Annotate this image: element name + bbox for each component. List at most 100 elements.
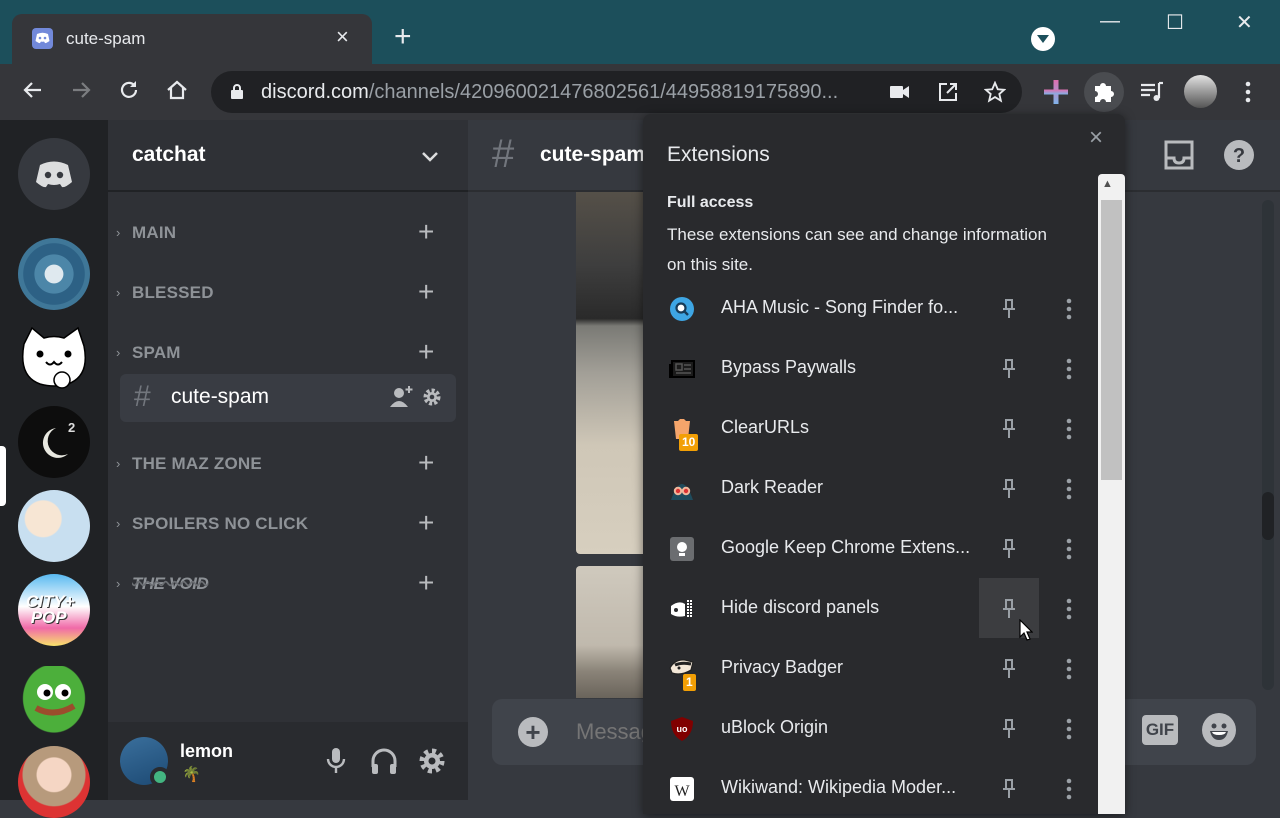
create-channel-button[interactable]: + bbox=[418, 337, 434, 367]
category-name: THE MAZ ZONE bbox=[132, 454, 262, 473]
more-options-icon[interactable] bbox=[1057, 476, 1081, 502]
media-control-button[interactable] bbox=[1132, 72, 1172, 112]
smiley-face-icon bbox=[1210, 723, 1228, 740]
extension-name: Google Keep Chrome Extens... bbox=[721, 537, 971, 557]
url-text[interactable]: discord.com/channels/420960021476802561/… bbox=[261, 81, 838, 104]
category-main[interactable]: › MAIN + bbox=[108, 217, 468, 249]
ublock-origin-icon: uo bbox=[671, 717, 693, 741]
extensions-popup-close-button[interactable]: × bbox=[1089, 124, 1103, 152]
extensions-button[interactable] bbox=[1084, 72, 1124, 112]
forward-button[interactable] bbox=[67, 78, 95, 106]
pin-extension-button[interactable] bbox=[979, 338, 1039, 398]
address-bar[interactable]: discord.com/channels/420960021476802561/… bbox=[211, 71, 1022, 113]
camera-blocked-icon[interactable] bbox=[890, 83, 910, 101]
extension-item-dark-reader[interactable]: Dark Reader bbox=[643, 458, 1099, 518]
discord-favicon-icon bbox=[32, 28, 53, 49]
emoji-button[interactable] bbox=[1202, 713, 1236, 747]
pin-extension-button[interactable] bbox=[979, 278, 1039, 338]
pin-extension-button[interactable] bbox=[979, 398, 1039, 458]
full-access-description: These extensions can see and change info… bbox=[667, 225, 1047, 274]
server-header[interactable]: catchat bbox=[108, 120, 468, 192]
more-options-icon[interactable] bbox=[1057, 776, 1081, 802]
server-list: 2 CITY+ POP bbox=[0, 120, 108, 818]
maximize-button[interactable]: ☐ bbox=[1166, 10, 1184, 35]
pin-extension-button[interactable] bbox=[979, 758, 1039, 818]
profile-avatar[interactable] bbox=[1184, 75, 1217, 108]
create-channel-button[interactable]: + bbox=[418, 277, 434, 307]
upload-plus-button[interactable]: + bbox=[518, 717, 548, 747]
help-icon[interactable]: ? bbox=[1224, 140, 1254, 170]
reload-icon bbox=[120, 81, 138, 98]
scroll-up-arrow-icon[interactable]: ▲ bbox=[1102, 178, 1113, 190]
invite-user-icon[interactable] bbox=[390, 386, 414, 408]
chrome-menu-button[interactable] bbox=[1228, 72, 1268, 112]
category-blessed[interactable]: › BLESSED + bbox=[108, 277, 468, 309]
browser-tab[interactable]: cute-spam × bbox=[12, 14, 372, 64]
channel-settings-icon[interactable] bbox=[422, 387, 442, 407]
extension-badge: 10 bbox=[679, 434, 699, 451]
back-button[interactable] bbox=[19, 78, 47, 106]
username: lemon bbox=[180, 741, 234, 761]
dark-reader-icon bbox=[671, 484, 693, 500]
extension-item-google-keep[interactable]: Google Keep Chrome Extens... bbox=[643, 518, 1099, 578]
create-channel-button[interactable]: + bbox=[418, 217, 434, 247]
more-options-icon[interactable] bbox=[1057, 356, 1081, 382]
extension-item-privacy-badger[interactable]: 1 Privacy Badger bbox=[643, 638, 1099, 698]
home-button[interactable] bbox=[163, 78, 191, 106]
microphone-icon[interactable] bbox=[326, 747, 346, 775]
plus-extension-button[interactable] bbox=[1036, 72, 1076, 112]
extensions-scrollbar-thumb[interactable] bbox=[1101, 200, 1122, 480]
reload-button[interactable] bbox=[115, 78, 143, 106]
inbox-icon[interactable] bbox=[1164, 140, 1194, 170]
guild-porthole[interactable] bbox=[18, 238, 90, 310]
forward-arrow-icon bbox=[73, 82, 91, 98]
extensions-scrollbar[interactable]: ▲ bbox=[1098, 174, 1125, 814]
channel-cute-spam[interactable]: # cute-spam bbox=[120, 374, 456, 422]
category-spoilers-no-click[interactable]: › SPOILERS NO CLICK + bbox=[108, 508, 468, 540]
more-options-icon[interactable] bbox=[1057, 656, 1081, 682]
category-the-void[interactable]: › THE VOID + bbox=[108, 568, 468, 600]
guild-pepe[interactable] bbox=[18, 666, 90, 738]
more-options-icon[interactable] bbox=[1057, 716, 1081, 742]
pin-extension-button[interactable] bbox=[979, 698, 1039, 758]
more-options-icon[interactable] bbox=[1057, 296, 1081, 322]
guild-city-pop[interactable]: CITY+ POP bbox=[18, 574, 90, 646]
tab-search-button[interactable] bbox=[1031, 27, 1055, 51]
extension-item-clearurls[interactable]: 10 ClearURLs bbox=[643, 398, 1099, 458]
user-panel: lemon 🌴 bbox=[108, 722, 468, 800]
chat-scrollbar-thumb[interactable] bbox=[1262, 492, 1274, 540]
extension-item-ublock-origin[interactable]: uo uBlock Origin bbox=[643, 698, 1099, 758]
tab-close-button[interactable]: × bbox=[336, 26, 349, 48]
create-channel-button[interactable]: + bbox=[418, 508, 434, 538]
gif-button[interactable]: GIF bbox=[1142, 715, 1178, 745]
discord-home-button[interactable] bbox=[18, 138, 90, 210]
pin-extension-button[interactable] bbox=[979, 458, 1039, 518]
pin-extension-button[interactable] bbox=[979, 518, 1039, 578]
open-in-app-icon[interactable] bbox=[938, 82, 958, 102]
extension-item-aha-music[interactable]: AHA Music - Song Finder fo... bbox=[643, 278, 1099, 338]
category-the-maz-zone[interactable]: › THE MAZ ZONE + bbox=[108, 448, 468, 480]
more-options-icon[interactable] bbox=[1057, 416, 1081, 442]
guild-catchat[interactable] bbox=[18, 324, 90, 396]
more-options-icon[interactable] bbox=[1057, 596, 1081, 622]
active-guild-indicator bbox=[0, 446, 6, 506]
create-channel-button[interactable]: + bbox=[418, 568, 434, 598]
pin-extension-button[interactable] bbox=[979, 638, 1039, 698]
headphones-icon[interactable] bbox=[370, 747, 398, 775]
chat-scrollbar-track[interactable] bbox=[1262, 200, 1274, 690]
extension-item-bypass-paywalls[interactable]: Bypass Paywalls bbox=[643, 338, 1099, 398]
guild-anime-girl[interactable] bbox=[18, 746, 90, 818]
guild-moon[interactable]: 2 bbox=[18, 406, 90, 478]
new-tab-button[interactable]: + bbox=[394, 22, 412, 52]
category-spam[interactable]: › SPAM + bbox=[108, 337, 468, 369]
extension-item-wikiwand[interactable]: W Wikiwand: Wikipedia Moder... bbox=[643, 758, 1099, 818]
create-channel-button[interactable]: + bbox=[418, 448, 434, 478]
window-close-button[interactable]: ✕ bbox=[1236, 10, 1253, 35]
bookmark-star-icon[interactable] bbox=[984, 81, 1006, 103]
pin-icon bbox=[1003, 719, 1015, 738]
more-options-icon[interactable] bbox=[1057, 536, 1081, 562]
user-settings-gear-icon[interactable] bbox=[418, 747, 446, 775]
minimize-button[interactable]: — bbox=[1100, 10, 1120, 33]
extension-name: ClearURLs bbox=[721, 417, 810, 437]
guild-kittens[interactable] bbox=[18, 490, 90, 562]
